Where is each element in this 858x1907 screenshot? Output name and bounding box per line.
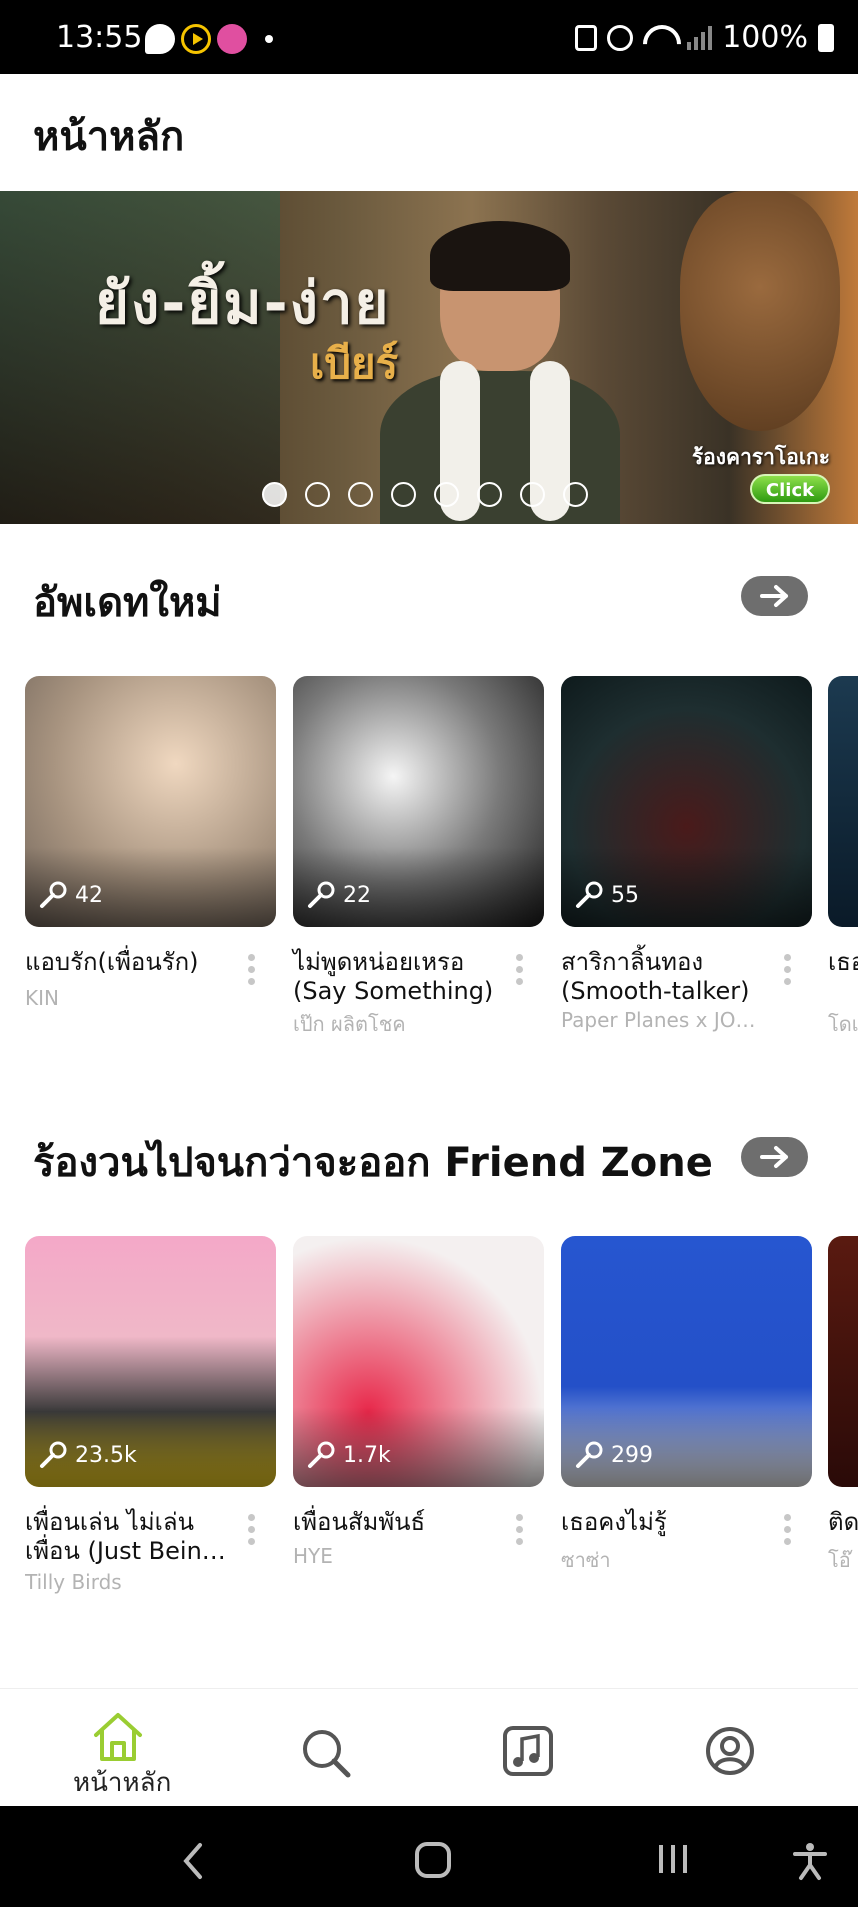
pagination-dot[interactable] <box>262 482 287 507</box>
sing-count: 22 <box>343 882 371 908</box>
notification-icons <box>145 24 273 54</box>
home-icon <box>94 1713 142 1761</box>
sing-count: 23.5k <box>75 1442 137 1468</box>
microphone-icon <box>576 881 603 908</box>
section-title-friend-zone: ร้องวนไปจนกว่าจะออก Friend Zone <box>33 1140 713 1186</box>
profile-icon <box>706 1727 754 1775</box>
chat-notification-icon <box>145 24 175 54</box>
alarm-icon <box>607 24 634 51</box>
more-options-icon[interactable] <box>781 954 793 985</box>
game-notification-icon <box>217 24 247 54</box>
system-status-icons: 100% <box>575 20 834 55</box>
sing-count: 299 <box>611 1442 653 1468</box>
more-options-icon[interactable] <box>245 954 257 985</box>
microphone-icon <box>308 881 335 908</box>
nav-home-label[interactable]: หน้าหลัก <box>73 1762 171 1803</box>
song-artist: โดเ <box>828 1012 858 1036</box>
more-options-icon[interactable] <box>513 1514 525 1545</box>
sing-count: 1.7k <box>343 1442 391 1468</box>
nav-home[interactable] <box>88 1709 168 1769</box>
section-title-new-updates: อัพเดทใหม่ <box>33 580 222 626</box>
section-more-button[interactable] <box>741 1137 808 1177</box>
sing-count: 42 <box>75 882 103 908</box>
song-artist: Paper Planes x JO… <box>561 1008 756 1032</box>
signal-icon <box>687 25 713 50</box>
song-title: แอบรัก(เพื่อนรัก) <box>25 948 199 976</box>
pagination-dot[interactable] <box>520 482 545 507</box>
artist-photo <box>380 221 620 524</box>
song-title: เธอคงไม่รู้ <box>561 1508 667 1536</box>
song-card-partial[interactable]: เธอ (Ra โดเ <box>828 676 858 1046</box>
microphone-icon <box>308 1441 335 1468</box>
microphone-icon <box>40 1441 67 1468</box>
banner-cta-text: ร้องคาราโอเกะ <box>691 445 830 469</box>
pagination-dot[interactable] <box>391 482 416 507</box>
battery-saver-icon <box>575 24 598 51</box>
song-title: เธอ (Ra <box>828 948 858 976</box>
music-library-icon <box>503 1726 553 1776</box>
song-title: เพื่อนสัมพันธ์ <box>293 1508 426 1536</box>
sing-count: 55 <box>611 882 639 908</box>
page-title: หน้าหลัก <box>33 114 185 160</box>
battery-percent: 100% <box>722 20 808 55</box>
battery-icon <box>818 23 834 52</box>
song-cover[interactable]: 299 <box>561 1236 812 1487</box>
arrow-right-icon <box>760 1146 788 1168</box>
more-options-icon[interactable] <box>513 954 525 985</box>
song-title: ไม่พูดหน่อยเหรอ (Say Something) <box>293 948 494 1005</box>
microphone-icon <box>40 881 67 908</box>
crane-hook-image <box>680 191 840 431</box>
song-artist: โอ๊ <box>828 1548 851 1572</box>
more-options-icon[interactable] <box>781 1514 793 1545</box>
more-options-icon[interactable] <box>245 1514 257 1545</box>
app-header: หน้าหลัก <box>0 74 858 192</box>
pagination-dot[interactable] <box>305 482 330 507</box>
status-time: 13:55 <box>56 20 143 55</box>
play-notification-icon <box>181 24 211 54</box>
song-artist: HYE <box>293 1544 333 1568</box>
banner-click-button[interactable]: Click <box>750 474 830 504</box>
song-artist: KIN <box>25 986 59 1010</box>
pagination-dot[interactable] <box>563 482 588 507</box>
song-artist: เป๊ก ผลิตโชค <box>293 1012 406 1036</box>
microphone-icon <box>576 1441 603 1468</box>
wifi-icon <box>643 25 677 51</box>
song-cover[interactable]: 1.7k <box>293 1236 544 1487</box>
accessibility-icon[interactable] <box>790 1841 830 1881</box>
song-cover[interactable]: 22 <box>293 676 544 927</box>
status-bar: 13:55 100% <box>0 0 858 74</box>
nav-music-library[interactable] <box>502 1725 582 1785</box>
banner-artist: เบียร์ <box>310 339 399 388</box>
search-icon <box>303 1730 351 1778</box>
back-icon[interactable] <box>178 1841 208 1881</box>
home-button-icon[interactable] <box>414 1841 452 1879</box>
arrow-right-icon <box>760 585 788 607</box>
song-cover[interactable] <box>828 1236 858 1487</box>
song-cover[interactable] <box>828 676 858 927</box>
song-artist: Tilly Birds <box>25 1570 122 1594</box>
banner-pagination <box>262 482 588 507</box>
song-cover[interactable]: 55 <box>561 676 812 927</box>
system-navigation-bar <box>0 1806 858 1907</box>
nav-search[interactable] <box>298 1725 378 1785</box>
song-title: เพื่อนเล่น ไม่เล่นเพื่อน (Just Bein… <box>25 1508 226 1565</box>
song-artist: ซาซ่า <box>561 1548 611 1572</box>
more-notifications-dot-icon <box>265 35 273 43</box>
pagination-dot[interactable] <box>434 482 459 507</box>
bottom-navigation: หน้าหลัก <box>0 1688 858 1806</box>
song-card-partial[interactable]: ติด โอ๊ <box>828 1236 858 1576</box>
song-title: สาริกาลิ้นทอง (Smooth-talker) <box>561 948 750 1005</box>
pagination-dot[interactable] <box>477 482 502 507</box>
section-more-button[interactable] <box>741 576 808 616</box>
song-cover[interactable]: 23.5k <box>25 1236 276 1487</box>
promo-banner[interactable]: ยัง-ยิ้ม-ง่าย เบียร์ ร้องคาราโอเกะ Click <box>0 191 858 524</box>
song-cover[interactable]: 42 <box>25 676 276 927</box>
recent-apps-icon[interactable] <box>655 1841 691 1877</box>
pagination-dot[interactable] <box>348 482 373 507</box>
nav-profile[interactable] <box>704 1725 784 1785</box>
song-title: ติด <box>828 1508 858 1536</box>
